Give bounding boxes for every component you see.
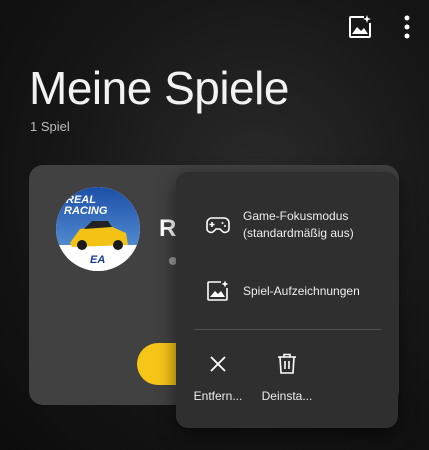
ea-badge: EA [90,254,105,266]
close-icon [183,350,253,378]
focus-mode-status: (standardmäßig aus) [243,226,354,240]
remove-button[interactable]: Entfern... [183,350,253,410]
recordings-label: Spiel-Aufzeichnungen [243,283,360,298]
uninstall-button[interactable]: Deinsta... [252,350,322,410]
gamepad-icon [206,215,230,235]
logo-text-line2: RACING [64,205,108,217]
menu-item-label: Game-Fokusmodus (standardmäßig aus) [243,208,354,242]
remove-label: Entfern... [193,389,243,403]
focus-mode-title: Game-Fokusmodus [243,209,349,223]
gallery-icon [206,280,230,302]
more-options-button[interactable] [403,14,411,45]
trash-icon [252,350,322,378]
game-name: R [159,215,177,242]
menu-divider [194,329,381,330]
top-actions [347,14,411,45]
menu-item-game-focus-mode[interactable]: Game-Fokusmodus (standardmäßig aus) [176,206,398,244]
uninstall-label: Deinsta... [261,389,313,403]
game-count: 1 Spiel [30,119,70,134]
game-recordings-button[interactable] [347,14,373,45]
game-logo: REAL RACING EA [56,187,140,271]
menu-item-game-recordings[interactable]: Spiel-Aufzeichnungen [176,278,398,304]
page-title: Meine Spiele [29,62,289,114]
more-vert-icon [403,14,411,45]
game-context-menu: Game-Fokusmodus (standardmäßig aus) Spie… [176,172,398,428]
gallery-icon [347,14,373,45]
